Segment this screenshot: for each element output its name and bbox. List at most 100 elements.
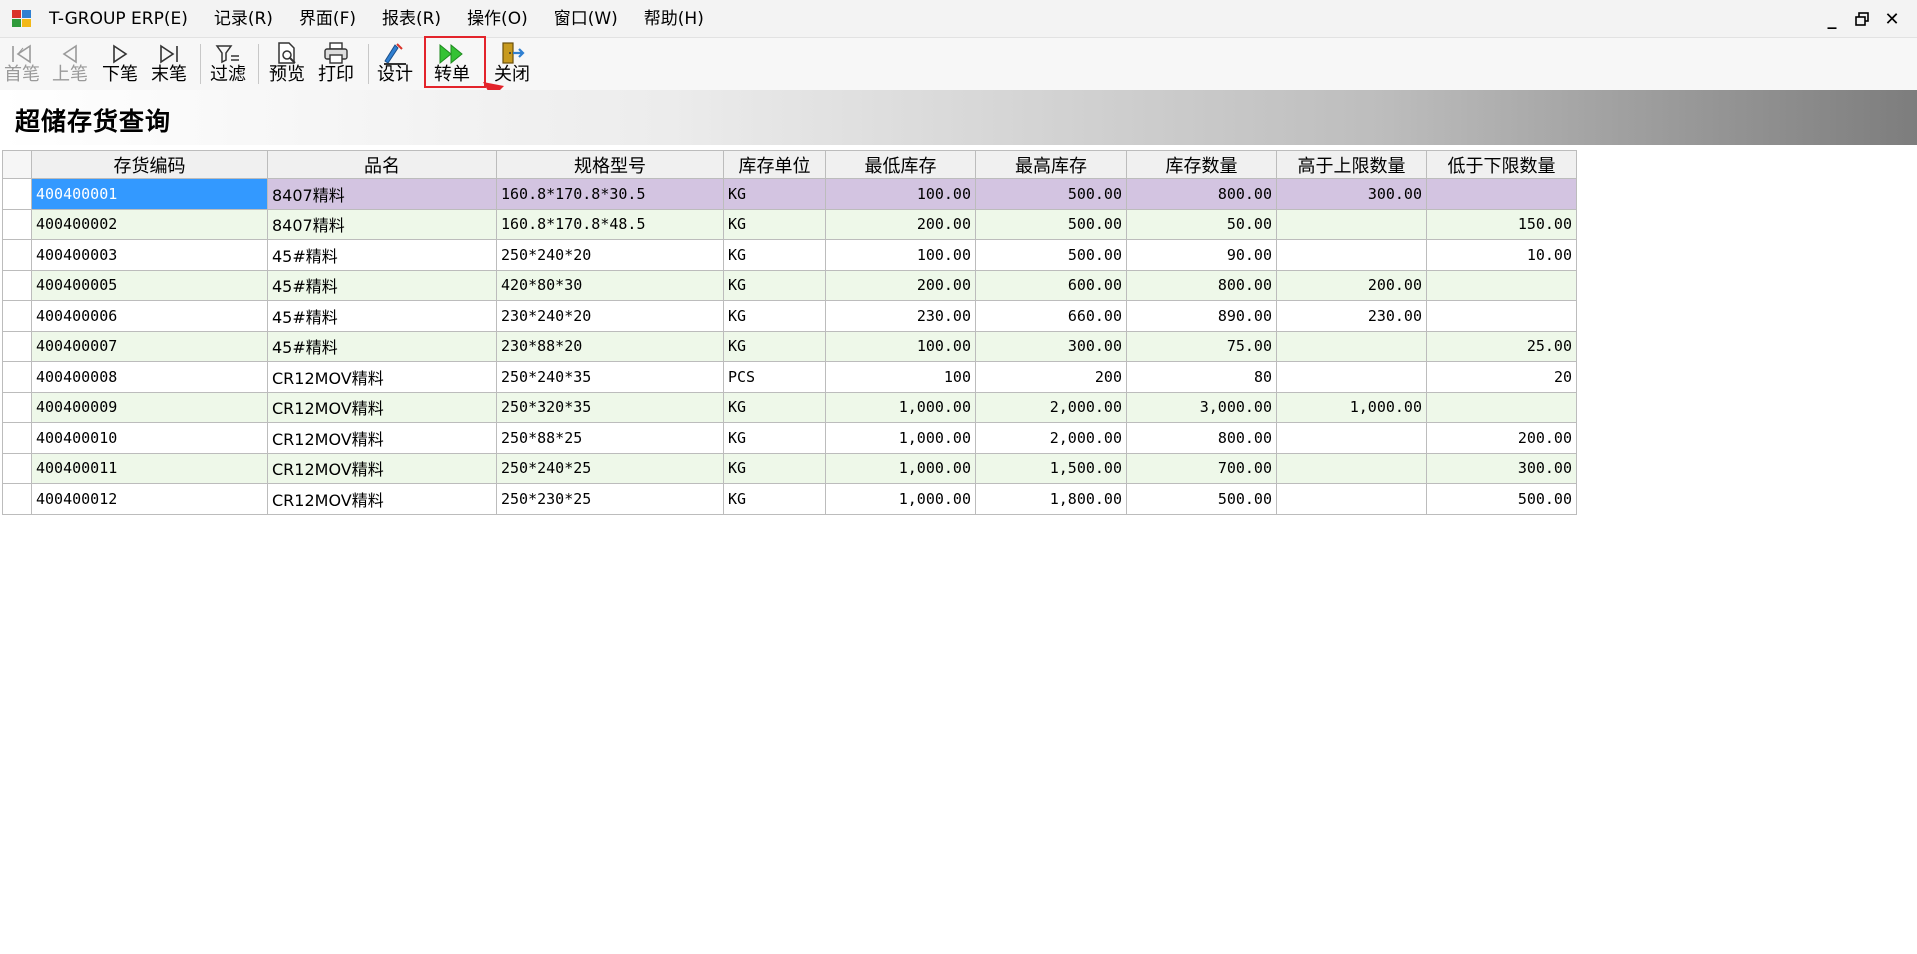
row-header[interactable] (2, 239, 32, 271)
table-row[interactable]: 400400009 CR12MOV精料 250*320*35 KG 1,000.… (2, 391, 1577, 423)
column-header[interactable]: 最高库存 (975, 150, 1127, 179)
cell-max-stock[interactable]: 600.00 (975, 269, 1127, 301)
column-header[interactable]: 库存单位 (723, 150, 826, 179)
filter-button[interactable]: 过滤 (207, 40, 249, 88)
cell-over-qty[interactable] (1276, 208, 1427, 240)
row-header[interactable] (2, 483, 32, 515)
cell-stock-qty[interactable]: 800.00 (1126, 269, 1277, 301)
cell-under-qty[interactable]: 300.00 (1426, 452, 1577, 484)
column-header[interactable]: 低于下限数量 (1426, 150, 1577, 179)
cell-name[interactable]: CR12MOV精料 (267, 483, 497, 515)
cell-spec[interactable]: 160.8*170.8*30.5 (496, 178, 724, 210)
design-button[interactable]: 设计 (374, 40, 416, 88)
cell-unit[interactable]: KG (723, 422, 826, 454)
column-header[interactable]: 最低库存 (825, 150, 976, 179)
cell-name[interactable]: 8407精料 (267, 178, 497, 210)
menu-operate[interactable]: 操作(O) (454, 0, 541, 38)
cell-unit[interactable]: KG (723, 300, 826, 332)
table-row[interactable]: 400400007 45#精料 230*88*20 KG 100.00 300.… (2, 330, 1577, 362)
cell-under-qty[interactable]: 500.00 (1426, 483, 1577, 515)
cell-spec[interactable]: 250*230*25 (496, 483, 724, 515)
cell-spec[interactable]: 230*240*20 (496, 300, 724, 332)
cell-under-qty[interactable] (1426, 300, 1577, 332)
cell-over-qty[interactable] (1276, 452, 1427, 484)
cell-code[interactable]: 400400007 (31, 330, 268, 362)
cell-unit[interactable]: KG (723, 452, 826, 484)
cell-stock-qty[interactable]: 3,000.00 (1126, 391, 1277, 423)
cell-under-qty[interactable]: 200.00 (1426, 422, 1577, 454)
cell-max-stock[interactable]: 500.00 (975, 239, 1127, 271)
first-record-button[interactable]: 首笔 (2, 40, 42, 88)
menu-app[interactable]: T-GROUP ERP(E) (36, 0, 201, 38)
restore-button[interactable] (1847, 4, 1877, 34)
prev-record-button[interactable]: 上笔 (50, 40, 90, 88)
cell-min-stock[interactable]: 100.00 (825, 330, 976, 362)
cell-max-stock[interactable]: 1,800.00 (975, 483, 1127, 515)
cell-over-qty[interactable] (1276, 422, 1427, 454)
table-row[interactable]: 400400010 CR12MOV精料 250*88*25 KG 1,000.0… (2, 422, 1577, 454)
cell-code[interactable]: 400400010 (31, 422, 268, 454)
cell-unit[interactable]: KG (723, 178, 826, 210)
row-header[interactable] (2, 452, 32, 484)
cell-spec[interactable]: 250*320*35 (496, 391, 724, 423)
cell-code[interactable]: 400400003 (31, 239, 268, 271)
cell-min-stock[interactable]: 230.00 (825, 300, 976, 332)
app-icon[interactable] (11, 9, 33, 29)
cell-under-qty[interactable] (1426, 391, 1577, 423)
column-header[interactable]: 高于上限数量 (1276, 150, 1427, 179)
row-header[interactable] (2, 269, 32, 301)
cell-stock-qty[interactable]: 90.00 (1126, 239, 1277, 271)
cell-min-stock[interactable]: 1,000.00 (825, 391, 976, 423)
cell-name[interactable]: CR12MOV精料 (267, 452, 497, 484)
cell-max-stock[interactable]: 500.00 (975, 178, 1127, 210)
table-row[interactable]: 400400008 CR12MOV精料 250*240*35 PCS 100 2… (2, 361, 1577, 393)
cell-unit[interactable]: KG (723, 208, 826, 240)
cell-max-stock[interactable]: 300.00 (975, 330, 1127, 362)
cell-code[interactable]: 400400002 (31, 208, 268, 240)
cell-over-qty[interactable] (1276, 483, 1427, 515)
cell-max-stock[interactable]: 500.00 (975, 208, 1127, 240)
column-header[interactable]: 品名 (267, 150, 497, 179)
cell-unit[interactable]: KG (723, 330, 826, 362)
cell-spec[interactable]: 420*80*30 (496, 269, 724, 301)
cell-name[interactable]: 45#精料 (267, 239, 497, 271)
cell-under-qty[interactable] (1426, 269, 1577, 301)
cell-unit[interactable]: KG (723, 483, 826, 515)
row-header[interactable] (2, 391, 32, 423)
cell-code[interactable]: 400400001 (31, 178, 268, 210)
print-button[interactable]: 打印 (315, 40, 357, 88)
cell-unit[interactable]: KG (723, 391, 826, 423)
cell-unit[interactable]: KG (723, 269, 826, 301)
menu-report[interactable]: 报表(R) (369, 0, 454, 38)
next-record-button[interactable]: 下笔 (100, 40, 140, 88)
minimize-button[interactable]: _ (1817, 4, 1847, 34)
cell-stock-qty[interactable]: 50.00 (1126, 208, 1277, 240)
cell-under-qty[interactable]: 20 (1426, 361, 1577, 393)
cell-stock-qty[interactable]: 800.00 (1126, 422, 1277, 454)
column-header[interactable]: 存货编码 (31, 150, 268, 179)
cell-name[interactable]: CR12MOV精料 (267, 391, 497, 423)
cell-over-qty[interactable]: 200.00 (1276, 269, 1427, 301)
cell-stock-qty[interactable]: 500.00 (1126, 483, 1277, 515)
grid-corner[interactable] (2, 150, 32, 179)
cell-min-stock[interactable]: 1,000.00 (825, 422, 976, 454)
cell-max-stock[interactable]: 1,500.00 (975, 452, 1127, 484)
cell-over-qty[interactable]: 1,000.00 (1276, 391, 1427, 423)
cell-over-qty[interactable] (1276, 361, 1427, 393)
cell-spec[interactable]: 230*88*20 (496, 330, 724, 362)
cell-spec[interactable]: 250*240*20 (496, 239, 724, 271)
cell-over-qty[interactable] (1276, 239, 1427, 271)
cell-over-qty[interactable]: 230.00 (1276, 300, 1427, 332)
cell-unit[interactable]: KG (723, 239, 826, 271)
cell-spec[interactable]: 160.8*170.8*48.5 (496, 208, 724, 240)
cell-code[interactable]: 400400011 (31, 452, 268, 484)
cell-under-qty[interactable]: 10.00 (1426, 239, 1577, 271)
row-header[interactable] (2, 178, 32, 210)
row-header[interactable] (2, 361, 32, 393)
cell-spec[interactable]: 250*240*35 (496, 361, 724, 393)
cell-over-qty[interactable] (1276, 330, 1427, 362)
cell-spec[interactable]: 250*88*25 (496, 422, 724, 454)
menu-record[interactable]: 记录(R) (201, 0, 286, 38)
cell-name[interactable]: 45#精料 (267, 300, 497, 332)
row-header[interactable] (2, 330, 32, 362)
